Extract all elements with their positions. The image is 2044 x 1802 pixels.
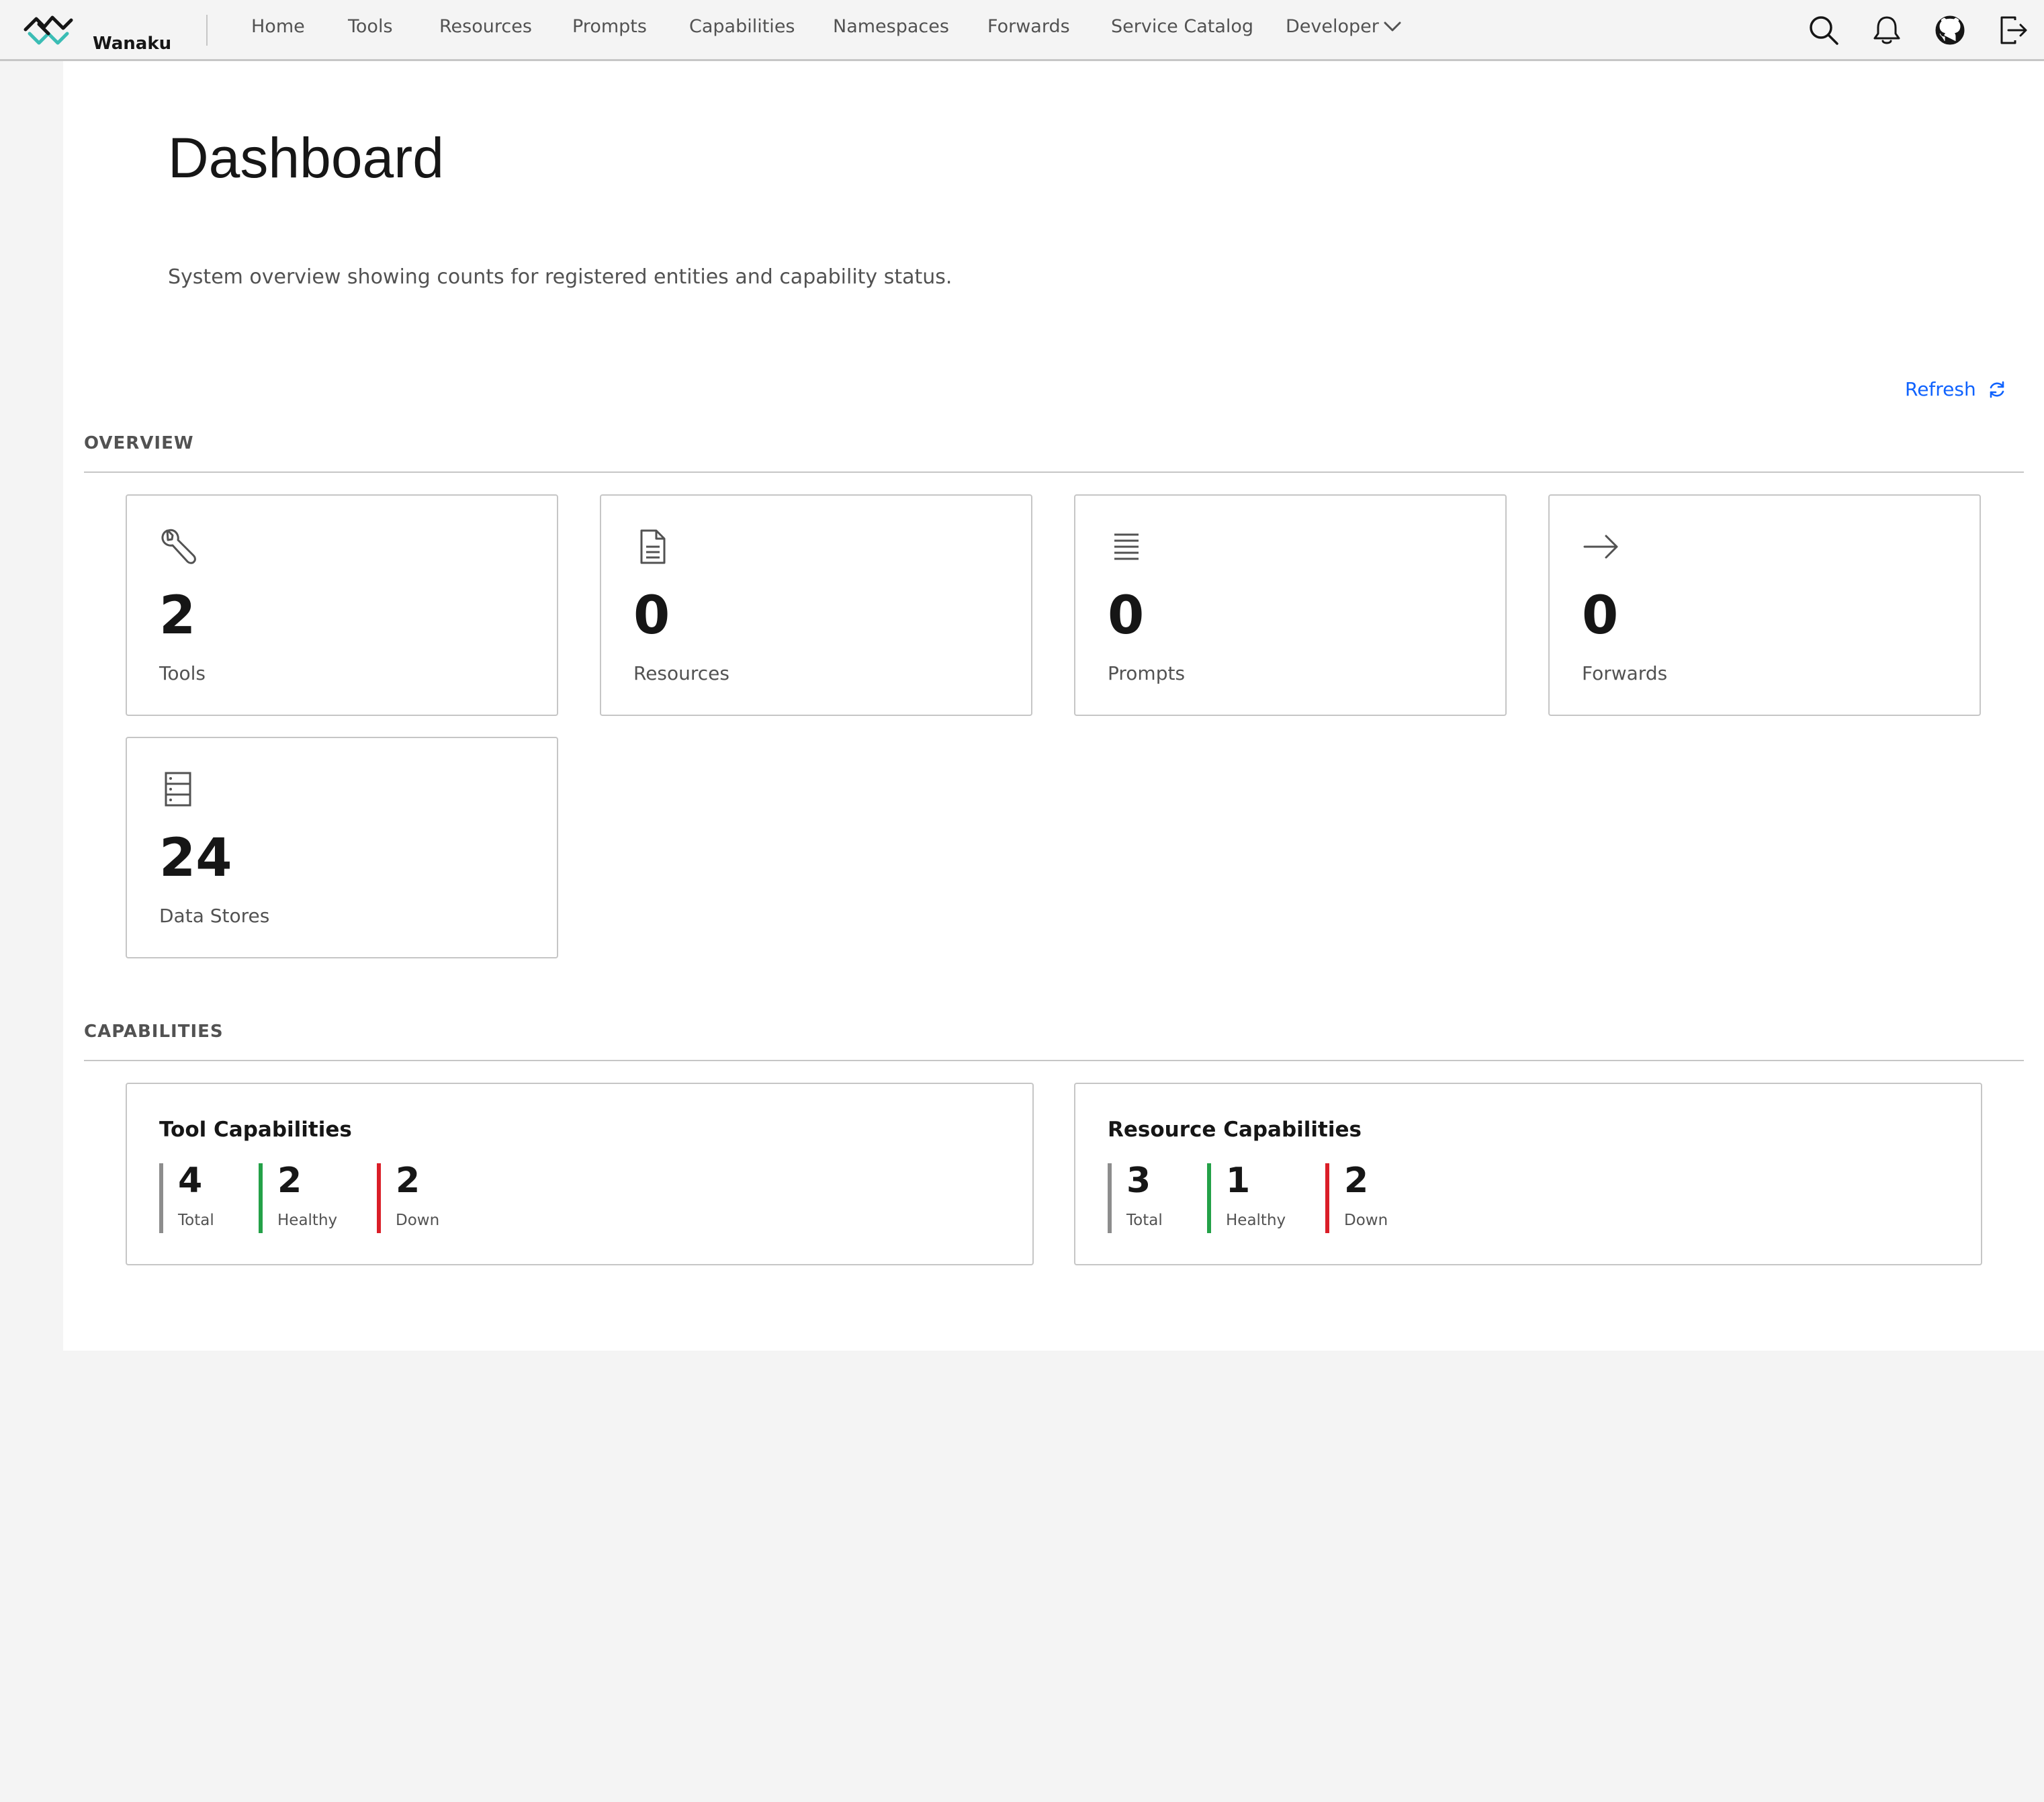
card-value: 24 xyxy=(159,828,232,889)
capabilities-divider xyxy=(84,1060,2024,1061)
card-label: Forwards xyxy=(1582,662,1668,684)
cap-stat-value: 3 xyxy=(1126,1161,1151,1201)
nav-item-tools[interactable]: Tools xyxy=(348,16,393,37)
overview-card-tools[interactable]: 2 Tools xyxy=(126,494,558,716)
cap-stat-value: 2 xyxy=(277,1161,302,1201)
cap-stat-label: Healthy xyxy=(1226,1212,1286,1229)
cap-stat-down: 2 Down xyxy=(1325,1163,1388,1233)
refresh-button[interactable]: Refresh xyxy=(1905,378,2007,400)
status-bar xyxy=(259,1163,263,1233)
resource-capabilities-card: Resource Capabilities 3 Total 1 Healthy … xyxy=(1074,1083,1982,1265)
status-bar xyxy=(1108,1163,1112,1233)
cap-stat-healthy: 1 Healthy xyxy=(1207,1163,1286,1233)
status-bar xyxy=(377,1163,381,1233)
cap-stat-label: Healthy xyxy=(277,1212,338,1229)
refresh-label: Refresh xyxy=(1905,378,1976,400)
github-icon[interactable] xyxy=(1933,13,1967,47)
data-store-icon xyxy=(165,772,191,807)
status-bar xyxy=(1325,1163,1329,1233)
cap-card-title: Resource Capabilities xyxy=(1108,1118,1362,1142)
cap-stat-value: 4 xyxy=(178,1161,203,1201)
nav-item-service-catalog[interactable]: Service Catalog xyxy=(1111,16,1253,37)
overview-card-resources[interactable]: 0 Resources xyxy=(600,494,1032,716)
main-content: Dashboard System overview showing counts… xyxy=(63,61,2044,1351)
card-label: Tools xyxy=(159,662,206,684)
chevron-down-icon[interactable] xyxy=(1382,19,1403,34)
overview-section-title: OVERVIEW xyxy=(84,433,194,453)
cap-stat-total: 3 Total xyxy=(1108,1163,1163,1233)
page-title: Dashboard xyxy=(168,126,444,189)
cap-stat-label: Down xyxy=(1344,1212,1388,1229)
arrow-right-icon xyxy=(1583,535,1618,559)
nav-item-capabilities[interactable]: Capabilities xyxy=(689,16,795,37)
nav-item-prompts[interactable]: Prompts xyxy=(572,16,647,37)
brand-name[interactable]: Wanaku xyxy=(93,34,171,54)
logout-icon[interactable] xyxy=(1996,13,2030,47)
page-description: System overview showing counts for regis… xyxy=(168,265,952,289)
cap-stat-label: Total xyxy=(1126,1212,1163,1229)
cap-stat-value: 2 xyxy=(1344,1161,1369,1201)
document-icon xyxy=(640,529,666,564)
tool-capabilities-card: Tool Capabilities 4 Total 2 Healthy 2 Do… xyxy=(126,1083,1034,1265)
card-label: Data Stores xyxy=(159,905,270,927)
card-label: Resources xyxy=(633,662,729,684)
top-header: Wanaku Home Tools Resources Prompts Capa… xyxy=(0,0,2044,61)
card-value: 2 xyxy=(159,586,196,646)
status-bar xyxy=(1207,1163,1211,1233)
card-value: 0 xyxy=(1582,586,1619,646)
overview-card-data-stores[interactable]: 24 Data Stores xyxy=(126,737,558,958)
nav-item-namespaces[interactable]: Namespaces xyxy=(833,16,949,37)
cap-stat-down: 2 Down xyxy=(377,1163,439,1233)
cap-stat-total: 4 Total xyxy=(159,1163,214,1233)
cap-card-title: Tool Capabilities xyxy=(159,1118,352,1142)
wrench-icon xyxy=(161,529,196,564)
list-icon xyxy=(1114,533,1139,560)
cap-stat-value: 2 xyxy=(396,1161,420,1201)
bell-icon[interactable] xyxy=(1870,13,1904,47)
wanaku-logo-icon[interactable] xyxy=(23,9,74,46)
overview-card-prompts[interactable]: 0 Prompts xyxy=(1074,494,1507,716)
cap-stat-label: Down xyxy=(396,1212,440,1229)
nav-item-resources[interactable]: Resources xyxy=(439,16,532,37)
refresh-icon xyxy=(1990,381,2004,398)
cap-stat-healthy: 2 Healthy xyxy=(259,1163,337,1233)
card-value: 0 xyxy=(1108,586,1145,646)
card-value: 0 xyxy=(633,586,670,646)
overview-divider xyxy=(84,471,2024,473)
nav-item-home[interactable]: Home xyxy=(251,16,305,37)
capabilities-section-title: CAPABILITIES xyxy=(84,1022,224,1042)
card-label: Prompts xyxy=(1108,662,1186,684)
search-icon[interactable] xyxy=(1807,13,1840,47)
nav-item-developer[interactable]: Developer xyxy=(1286,16,1379,37)
nav-item-forwards[interactable]: Forwards xyxy=(987,16,1070,37)
overview-card-forwards[interactable]: 0 Forwards xyxy=(1548,494,1981,716)
cap-stat-value: 1 xyxy=(1226,1161,1251,1201)
header-divider xyxy=(206,15,208,46)
status-bar xyxy=(159,1163,163,1233)
cap-stat-label: Total xyxy=(178,1212,214,1229)
